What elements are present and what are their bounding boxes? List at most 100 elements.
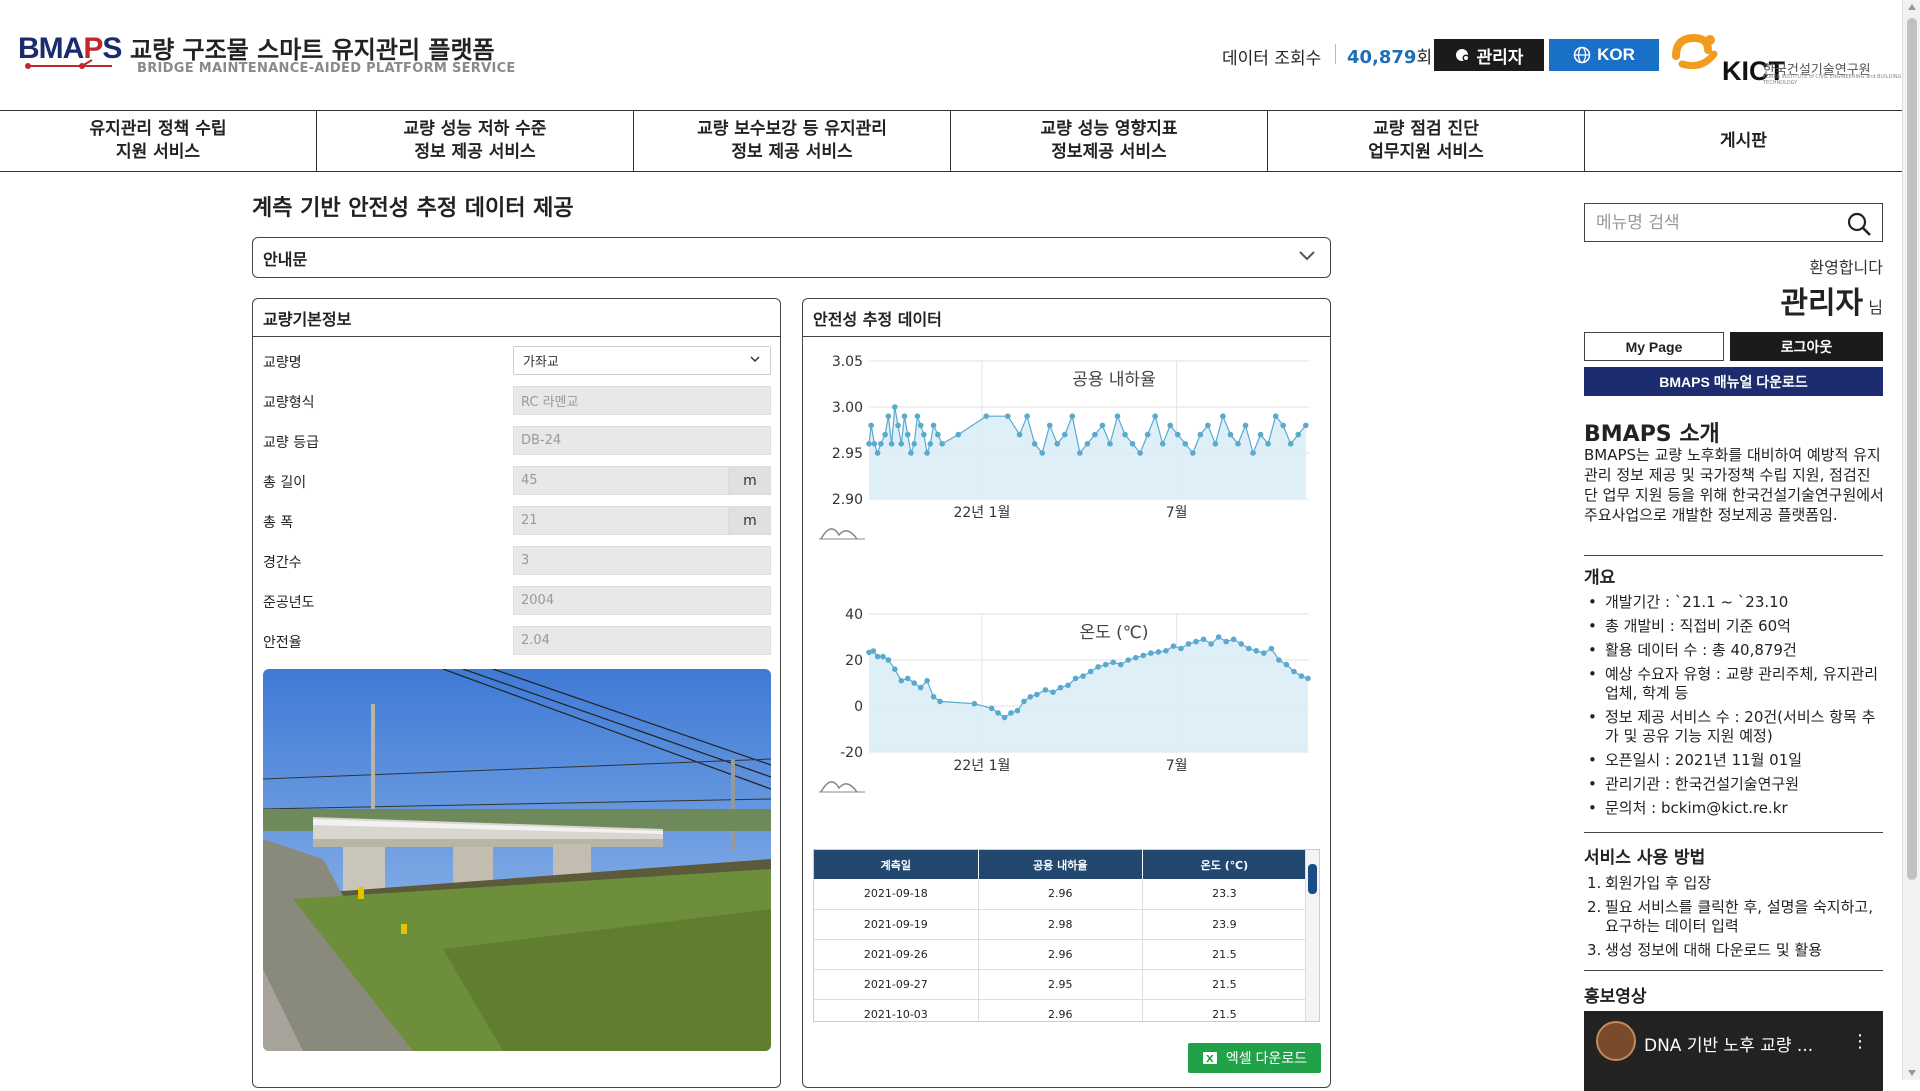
field-completion-year: 준공년도 2004: [263, 586, 771, 616]
data-point: [904, 431, 911, 438]
table-header[interactable]: 공용 내하율: [978, 850, 1143, 879]
data-point: [1197, 431, 1204, 438]
search-input[interactable]: [1596, 212, 1836, 233]
data-point: [1140, 652, 1147, 659]
scroll-down-icon[interactable]: [1908, 1070, 1916, 1076]
data-point: [1137, 450, 1143, 456]
scroll-up-icon[interactable]: [1908, 4, 1916, 10]
data-point: [1302, 422, 1309, 429]
nav-item-repair[interactable]: 교량 보수보강 등 유지관리 정보 제공 서비스: [634, 111, 951, 171]
main-nav: 유지관리 정책 수립 지원 서비스 교량 성능 저하 수준 정보 제공 서비스 교량…: [0, 110, 1902, 172]
data-point: [898, 677, 905, 684]
data-point: [1245, 645, 1252, 652]
data-point: [1174, 431, 1181, 438]
data-point: [908, 450, 914, 456]
panel-title: 교량기본정보: [253, 299, 780, 337]
more-vert-icon[interactable]: ⋮: [1851, 1031, 1869, 1052]
data-point: [1205, 422, 1211, 429]
data-point: [1193, 638, 1199, 645]
chevron-down-icon: [750, 356, 760, 363]
data-point: [1250, 450, 1256, 456]
table-header[interactable]: 계측일: [814, 850, 979, 879]
y-tick-label: 0: [854, 699, 863, 715]
data-point: [1235, 441, 1241, 447]
data-point: [1077, 450, 1083, 456]
y-tick-label: -20: [840, 745, 863, 761]
data-point: [930, 422, 937, 429]
nav-item-policy[interactable]: 유지관리 정책 수립 지원 서비스: [0, 111, 317, 171]
table-row: 2021-09-26 2.96 21.5: [814, 939, 1308, 970]
manual-download-button[interactable]: BMAPS 매뉴얼 다운로드: [1584, 367, 1883, 396]
data-point: [914, 413, 921, 419]
data-point: [1110, 659, 1117, 666]
unit-label: m: [729, 466, 771, 495]
excel-download-button[interactable]: X 엑셀 다운로드: [1188, 1043, 1321, 1073]
language-button[interactable]: KOR: [1549, 39, 1659, 71]
data-point: [1265, 441, 1271, 447]
data-point: [930, 694, 937, 700]
list-item: 3. 생성 정보에 대해 다운로드 및 활용: [1587, 941, 1823, 959]
data-point: [971, 700, 978, 707]
guide-label: 안내문: [263, 249, 308, 269]
zoom-reset-icon: [820, 781, 858, 793]
data-point: [1095, 664, 1101, 670]
admin-button[interactable]: 관리자: [1434, 39, 1544, 71]
data-point: [1295, 431, 1302, 438]
data-point: [1024, 413, 1030, 419]
overview-title: 개요: [1584, 568, 1616, 588]
page-scroll-thumb[interactable]: [1907, 18, 1917, 880]
table-scrollbar[interactable]: [1305, 850, 1319, 1021]
menu-search: [1584, 203, 1883, 242]
welcome-text: 환영합니다: [1809, 258, 1883, 277]
bridge-name-select[interactable]: 가좌교: [513, 346, 771, 375]
data-point: [904, 675, 911, 682]
data-point: [1061, 431, 1068, 438]
chevron-down-icon: [1299, 251, 1315, 261]
data-point: [1242, 422, 1249, 429]
list-item: 1. 회원가입 후 입장: [1587, 874, 1712, 892]
logo-circuit-icon: [25, 59, 112, 69]
data-table: 계측일 공용 내하율 온도 (℃) 2021-09-18 2.96 23.3 202…: [814, 850, 1308, 1021]
search-icon[interactable]: [1846, 211, 1872, 237]
intro-text: BMAPS는 교량 노후화를 대비하여 예방적 유지관리 정보 제공 및 국가정…: [1584, 446, 1884, 524]
list-item: 2. 필요 서비스를 클릭한 후, 설명을 숙지하고, 요구하는 데이터 입력: [1587, 898, 1873, 935]
data-point: [1215, 634, 1222, 640]
zoom-reset-icon: [820, 528, 858, 540]
field-safety-factor: 안전율 2.04: [263, 626, 771, 656]
data-point: [871, 441, 878, 447]
page-title: 계측 기반 안전성 추정 데이터 제공: [252, 196, 574, 221]
table-header[interactable]: 온도 (℃): [1142, 850, 1308, 879]
nav-item-inspection[interactable]: 교량 점검 진단 업무지원 서비스: [1268, 111, 1585, 171]
nav-item-board[interactable]: 게시판: [1585, 111, 1902, 171]
nav-item-degradation[interactable]: 교량 성능 저하 수준 정보 제공 서비스: [317, 111, 634, 171]
channel-avatar: [1596, 1021, 1636, 1061]
data-point: [1107, 441, 1113, 447]
chart-title: 공용 내하율: [1072, 370, 1156, 390]
divider: [1584, 832, 1883, 833]
table-scroll-thumb[interactable]: [1308, 864, 1317, 894]
guide-accordion[interactable]: 안내문: [252, 237, 1331, 278]
x-tick-label: 22년 1월: [953, 505, 1010, 521]
field-total-width: 총 폭 21 m: [263, 506, 771, 536]
data-table-container[interactable]: 계측일 공용 내하율 온도 (℃) 2021-09-18 2.96 23.3 202…: [813, 849, 1320, 1022]
page-scrollbar[interactable]: [1902, 0, 1920, 1080]
data-point: [1080, 673, 1086, 679]
data-point: [1261, 650, 1267, 656]
mypage-button[interactable]: My Page: [1584, 332, 1724, 361]
y-tick-label: 20: [845, 653, 863, 669]
y-tick-label: 2.90: [832, 492, 863, 508]
data-point: [917, 422, 924, 429]
data-point: [1276, 657, 1282, 663]
field-bridge-name: 교량명 가좌교: [263, 346, 771, 376]
data-point: [885, 657, 892, 663]
promo-video[interactable]: DNA 기반 노후 교량 ... ⋮: [1584, 1011, 1883, 1091]
data-point: [995, 710, 1001, 716]
table-row: 2021-09-27 2.95 21.5: [814, 969, 1308, 1000]
data-point: [1220, 413, 1226, 419]
data-point: [1212, 441, 1219, 447]
nav-item-performance[interactable]: 교량 성능 영향지표 정보제공 서비스: [951, 111, 1268, 171]
data-point: [1163, 648, 1169, 654]
logout-button[interactable]: 로그아웃: [1730, 332, 1883, 361]
x-tick-label: 7월: [1166, 505, 1188, 521]
table-row: 2021-09-18 2.96 23.3: [814, 879, 1308, 910]
